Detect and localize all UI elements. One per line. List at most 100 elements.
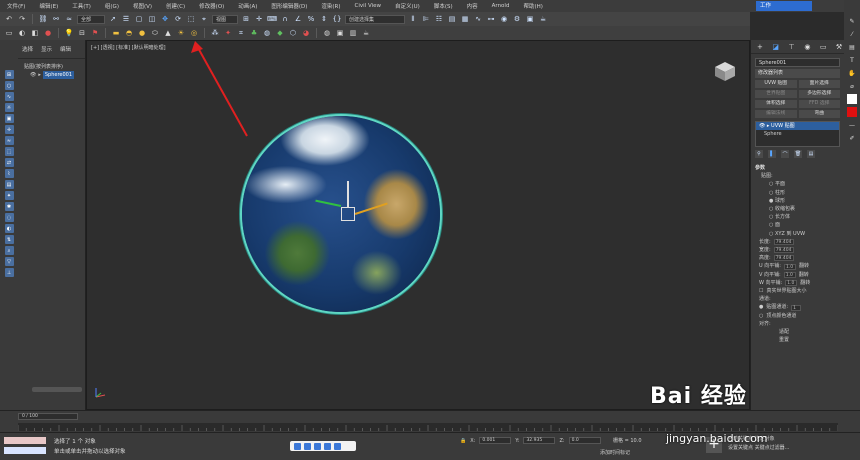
schematic-view-icon[interactable]: ⊶	[486, 14, 496, 24]
menu-view[interactable]: 视图(V)	[126, 2, 159, 10]
remove-modifier-icon[interactable]: 🗑	[794, 150, 802, 158]
cone-shape-icon[interactable]: ▲	[163, 28, 173, 38]
poly-select-button[interactable]: 多边形选择	[798, 90, 840, 98]
display-groups-icon[interactable]: ⬚	[4, 147, 14, 156]
object-icon[interactable]: ◆	[275, 28, 285, 38]
camera-icon[interactable]: ▣	[335, 28, 345, 38]
red-swatch-icon[interactable]	[847, 107, 857, 117]
display-none-icon[interactable]: ◌	[4, 213, 14, 222]
app-icon[interactable]	[324, 442, 331, 450]
open-icon[interactable]: ▭	[4, 28, 14, 38]
menu-edit[interactable]: 编辑(E)	[32, 2, 65, 10]
bind-space-warp-icon[interactable]: ≈	[64, 14, 74, 24]
display-all-icon[interactable]: ✱	[4, 202, 14, 211]
reset-button[interactable]: 重置	[755, 336, 840, 344]
layers-icon[interactable]: ▤	[847, 42, 857, 52]
scene-explorer-select-icon[interactable]: ⊞	[4, 70, 14, 79]
menu-tools[interactable]: 工具(T)	[65, 2, 98, 10]
display-particles-icon[interactable]: ✦	[4, 191, 14, 200]
box-shape-icon[interactable]: ▬	[111, 28, 121, 38]
invert-display-icon[interactable]: ◐	[4, 224, 14, 233]
render-production-icon[interactable]: ☕	[538, 14, 548, 24]
patch-select-button[interactable]: 面片选择	[798, 80, 840, 88]
line-icon[interactable]: —	[847, 120, 857, 130]
menu-create[interactable]: 创建(C)	[159, 2, 192, 10]
select-move-icon[interactable]: ✥	[160, 14, 170, 24]
tree-item-sphere[interactable]: 👁 ▸ Sphere001	[24, 71, 81, 79]
ref-coord-dropdown[interactable]: 视图	[212, 14, 238, 24]
length-spinner[interactable]: 79.404	[773, 238, 794, 245]
render-setup-icon[interactable]: ⚙	[512, 14, 522, 24]
display-xrefs-icon[interactable]: ⇄	[4, 158, 14, 167]
lock-icon[interactable]: 🔒	[460, 438, 466, 444]
sphere-shape-icon[interactable]: ●	[137, 28, 147, 38]
display-icon[interactable]: ◧	[30, 28, 40, 38]
selection-filter-dropdown[interactable]: 全部	[77, 14, 105, 24]
v-flip-checkbox[interactable]: 翻转	[799, 271, 809, 279]
sky-icon[interactable]: ◎	[189, 28, 199, 38]
mapping-option-face[interactable]: ○ 面	[755, 221, 840, 229]
pen-icon[interactable]: ✐	[847, 133, 857, 143]
hand-icon[interactable]: ✋	[847, 68, 857, 78]
toggle-layer-explorer-icon[interactable]: ▤	[447, 14, 457, 24]
mapping-option-shrink-wrap[interactable]: ○ 收缩包裹	[755, 205, 840, 213]
snap-toggle-icon[interactable]: ∩	[280, 14, 290, 24]
align-icon[interactable]: ⊫	[421, 14, 431, 24]
workspace-dropdown[interactable]: 工作	[756, 1, 812, 11]
select-object-icon[interactable]: ➚	[108, 14, 118, 24]
map-channel-spinner[interactable]: 1	[791, 304, 802, 311]
select-scale-icon[interactable]: ⬚	[186, 14, 196, 24]
filter-icon[interactable]: ▽	[4, 257, 14, 266]
height-spinner[interactable]: 79.404	[773, 255, 794, 262]
utilities-tab-icon[interactable]: ⚒	[834, 42, 844, 52]
drop-icon[interactable]: ◍	[262, 28, 272, 38]
select-by-name-icon[interactable]: ☰	[121, 14, 131, 24]
spinner-snap-icon[interactable]: ⇕	[319, 14, 329, 24]
viewport-label[interactable]: [+] [透视] [标准] [默认明暗处理]	[91, 44, 166, 51]
menu-content[interactable]: 内容	[460, 2, 485, 10]
modify-tab-icon[interactable]: ◪	[771, 42, 781, 52]
grass-icon[interactable]: ♣	[249, 28, 259, 38]
modifier-list-dropdown[interactable]: 修改器列表	[755, 69, 840, 78]
fit-button[interactable]: 适配	[755, 328, 840, 336]
uvw-map-button[interactable]: UVW 贴图	[755, 80, 797, 88]
pin-stack-icon[interactable]: ⚲	[755, 150, 763, 158]
maxscript-output[interactable]	[4, 447, 46, 454]
stack-item-uvw-map[interactable]: 👁 ▸ UVW 贴图	[756, 122, 839, 130]
tab-edit[interactable]: 编辑	[60, 45, 71, 53]
display-helpers-icon[interactable]: ✛	[4, 125, 14, 134]
maxscript-listener[interactable]	[4, 437, 46, 444]
nodes-icon[interactable]: ⁂	[210, 28, 220, 38]
sort-icon[interactable]: ⇅	[4, 235, 14, 244]
hierarchy-icon[interactable]: ⊥	[4, 268, 14, 277]
edit-normals-button[interactable]: 编辑法线	[755, 110, 797, 118]
record-icon[interactable]: ●	[43, 28, 53, 38]
wand-icon[interactable]: ⁄	[847, 29, 857, 39]
window-crossing-icon[interactable]: ◫	[147, 14, 157, 24]
create-tab-icon[interactable]: +	[755, 42, 765, 52]
menu-help[interactable]: 帮助(H)	[516, 2, 549, 10]
menu-rendering[interactable]: 渲染(R)	[314, 2, 347, 10]
select-manipulate-icon[interactable]: ✛	[254, 14, 264, 24]
visibility-eye-icon[interactable]: 👁	[30, 71, 36, 79]
white-swatch-icon[interactable]	[847, 94, 857, 104]
render-flag-icon[interactable]: ⚑	[90, 28, 100, 38]
curve-editor-icon[interactable]: ∿	[473, 14, 483, 24]
filter-icon[interactable]: ⊟	[77, 28, 87, 38]
edit-named-selection-icon[interactable]: {}	[332, 14, 342, 24]
configure-sets-icon[interactable]: ▤	[807, 150, 815, 158]
motion-tab-icon[interactable]: ◉	[802, 42, 812, 52]
dome-shape-icon[interactable]: ◓	[124, 28, 134, 38]
pivot-center-icon[interactable]: ⊞	[241, 14, 251, 24]
perspective-viewport[interactable]: [+] [透视] [标准] [默认明暗处理]	[86, 40, 750, 410]
mapping-option-spherical[interactable]: ● 球形	[755, 197, 840, 205]
x-coordinate-field[interactable]: 0.001	[479, 437, 512, 444]
place-icon[interactable]: ⌖	[199, 14, 209, 24]
expand-arrow-icon[interactable]: ▸	[38, 71, 41, 79]
display-warps-icon[interactable]: ≈	[4, 136, 14, 145]
light-bulb-icon[interactable]: 💡	[64, 28, 74, 38]
link-icon[interactable]: ⛓	[38, 14, 48, 24]
time-slider[interactable]: 0 / 100	[18, 413, 78, 420]
display-lights-icon[interactable]: ☼	[4, 103, 14, 112]
rendered-frame-window-icon[interactable]: ▣	[525, 14, 535, 24]
